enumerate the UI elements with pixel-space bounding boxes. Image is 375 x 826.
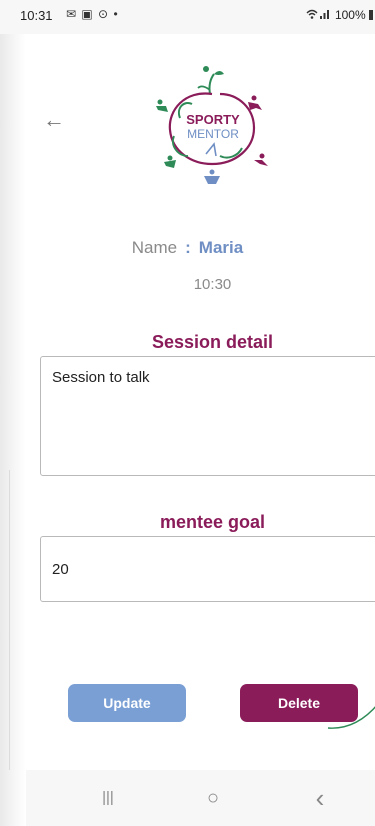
name-value: Maria (198, 238, 244, 257)
update-button[interactable]: Update (68, 684, 186, 722)
wifi-signal-icon (306, 8, 335, 22)
battery-percent: 100% (334, 8, 366, 22)
back-arrow-button[interactable]: ← (40, 106, 68, 134)
recents-icon[interactable]: ||| (88, 784, 128, 812)
logo-text-mentor: MENTOR (187, 127, 239, 141)
session-detail-title: Session detail (151, 332, 274, 352)
screen-edge-left (0, 0, 26, 826)
notification-icons: ✉ ▣ ⊙ • (66, 7, 119, 21)
status-time: 10:31 (20, 8, 53, 23)
sporty-mentor-logo: SPORTY MENTOR (150, 60, 275, 188)
battery-icon (369, 10, 373, 20)
name-label: Name (131, 238, 178, 257)
mentee-goal-input[interactable]: 20 (40, 536, 375, 602)
home-icon[interactable]: ○ (193, 784, 233, 812)
status-right: 100% (306, 8, 373, 22)
decorative-swoosh (327, 706, 375, 729)
name-colon: : (185, 238, 191, 257)
logo-text-sporty: SPORTY (186, 112, 240, 127)
system-nav-bar: ||| ○ ‹ (26, 770, 375, 826)
mentee-name-row: Name: Maria (0, 238, 375, 258)
session-detail-input[interactable]: Session to talk (40, 356, 375, 476)
nav-back-icon[interactable]: ‹ (300, 784, 340, 812)
session-time: 10:30 (193, 276, 232, 293)
arrow-left-icon: ← (43, 107, 65, 132)
mentee-goal-title: mentee goal (159, 512, 266, 532)
status-bar: 10:31 ✉ ▣ ⊙ • 100% (0, 0, 375, 34)
